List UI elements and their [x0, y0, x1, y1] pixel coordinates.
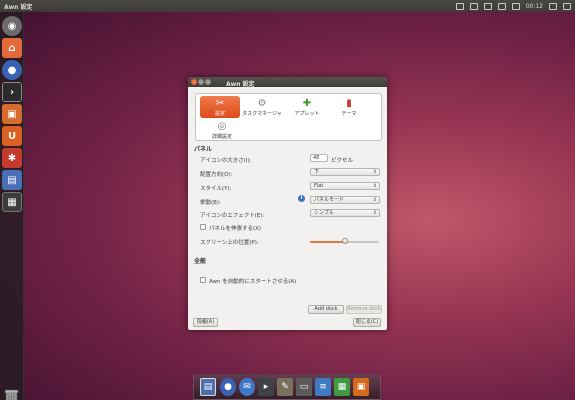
- power-icon[interactable]: [563, 2, 571, 10]
- awn-settings-window: Awn 設定 ✂ 設定 ⚙ タスクマネージャ ✚ アプレット ▮ テーマ ◎ 詳…: [188, 77, 387, 330]
- tab-applets[interactable]: ✚ アプレット: [287, 96, 327, 118]
- screen-position-slider[interactable]: [310, 238, 379, 244]
- thunderbird-dock-icon[interactable]: ✉: [239, 378, 255, 396]
- top-panel: Awn 設定 00:12: [0, 0, 575, 12]
- expand-panel-checkbox[interactable]: [200, 224, 206, 230]
- expand-panel-label[interactable]: パネルを伸張する(X): [209, 224, 261, 232]
- icon-effect-label: アイコンのエフェクト(E):: [200, 213, 265, 219]
- firefox-dock-icon[interactable]: ●: [220, 378, 236, 396]
- ubuntu-one-icon[interactable]: U: [2, 126, 22, 146]
- chevron-updown-icon: ⇕: [372, 197, 377, 203]
- writer-dock-icon[interactable]: ≡: [315, 378, 331, 396]
- impress-dock-icon[interactable]: ▣: [353, 378, 369, 396]
- icon-size-unit: ピクセル: [331, 158, 354, 164]
- system-tray: 00:12: [455, 0, 571, 12]
- autostart-checkbox[interactable]: [200, 277, 206, 283]
- window-titlebar[interactable]: Awn 設定: [188, 77, 387, 88]
- autostart-label[interactable]: Awn を自動的にスタートさせる(A): [209, 277, 296, 285]
- trash-icon[interactable]: [3, 388, 20, 400]
- general-section-heading: 全般: [194, 258, 207, 265]
- chevron-updown-icon: ⇕: [372, 169, 377, 175]
- gimp-dock-icon[interactable]: ✎: [277, 378, 293, 396]
- bluetooth-icon[interactable]: [497, 2, 506, 10]
- workspace-icon[interactable]: ▦: [2, 192, 22, 212]
- calc-dock-icon[interactable]: ▦: [334, 378, 350, 396]
- tab-themes[interactable]: ▮ テーマ: [329, 96, 369, 118]
- panel-section-heading: パネル: [194, 146, 213, 153]
- maximize-window-icon[interactable]: [205, 79, 211, 85]
- clock[interactable]: 00:12: [526, 3, 543, 10]
- icon-size-label: アイコンの大きさ(I):: [200, 158, 252, 164]
- awn-settings-icon[interactable]: ▤: [2, 170, 22, 190]
- chevron-updown-icon: ⇕: [372, 210, 377, 216]
- tab-advanced[interactable]: ◎ 詳細設定: [202, 119, 242, 141]
- scanner-dock-icon[interactable]: ▭: [296, 378, 312, 396]
- advanced-icon: ◎: [217, 121, 227, 132]
- themes-icon: ▮: [346, 98, 352, 109]
- orientation-select[interactable]: 下 ⇕: [310, 168, 380, 176]
- minimize-window-icon[interactable]: [198, 79, 204, 85]
- icon-size-spinner[interactable]: 48: [310, 154, 328, 162]
- launcher: ◉ ⌂ ● › ▣ U ✱ ▤ ▦: [0, 12, 24, 400]
- info-button[interactable]: 情報(A): [193, 318, 218, 327]
- tab-task-manager[interactable]: ⚙ タスクマネージャ: [242, 96, 282, 118]
- keyboard-icon[interactable]: [455, 2, 464, 10]
- active-window-title: Awn 設定: [4, 4, 33, 11]
- icon-effect-value: シンプル: [314, 210, 334, 216]
- network-icon[interactable]: [483, 2, 492, 10]
- mail-icon[interactable]: [469, 2, 478, 10]
- tab-settings-label: 設定: [214, 111, 225, 117]
- awn-dock: ▤ ● ✉ ▸ ✎ ▭ ≡ ▦ ▣: [193, 374, 381, 400]
- tools-icon: ✂: [215, 98, 225, 109]
- awn-settings-dock-icon[interactable]: ▤: [200, 378, 216, 396]
- task-manager-icon: ⚙: [257, 98, 267, 109]
- settings-tabs: ✂ 設定 ⚙ タスクマネージャ ✚ アプレット ▮ テーマ ◎ 詳細設定: [195, 93, 382, 141]
- style-select[interactable]: Flat ⇕: [310, 182, 380, 190]
- style-value: Flat: [314, 183, 324, 189]
- close-window-icon[interactable]: [191, 79, 197, 85]
- icon-effect-select[interactable]: シンプル ⇕: [310, 209, 380, 217]
- applets-icon: ✚: [302, 98, 312, 109]
- behavior-select[interactable]: パネルモード ⇕: [310, 196, 380, 204]
- style-label: スタイル(Y):: [200, 186, 232, 192]
- remove-dock-button[interactable]: Remove dock: [346, 305, 382, 314]
- add-dock-button[interactable]: Add dock: [308, 305, 344, 314]
- tab-applets-label: アプレット: [294, 111, 320, 117]
- chevron-updown-icon: ⇕: [372, 183, 377, 189]
- info-icon[interactable]: i: [298, 195, 305, 202]
- close-button[interactable]: 閉じる(C): [353, 318, 381, 327]
- tab-advanced-label: 詳細設定: [211, 134, 232, 140]
- behavior-value: パネルモード: [314, 197, 345, 203]
- tab-themes-label: テーマ: [341, 111, 357, 117]
- shotwell-dock-icon[interactable]: ▸: [258, 378, 274, 396]
- user-icon[interactable]: [549, 2, 557, 10]
- slider-fill: [310, 241, 345, 243]
- terminal-icon[interactable]: ›: [2, 82, 22, 102]
- orientation-label: 配置方向(O):: [200, 172, 233, 178]
- tab-settings[interactable]: ✂ 設定: [200, 96, 240, 118]
- home-folder-icon[interactable]: ⌂: [2, 38, 22, 58]
- tab-task-manager-label: タスクマネージャ: [242, 111, 282, 117]
- settings-icon[interactable]: ✱: [2, 148, 22, 168]
- firefox-icon[interactable]: ●: [2, 60, 22, 80]
- behavior-label: 挙動(B):: [200, 200, 221, 206]
- slider-handle[interactable]: [341, 238, 348, 244]
- orientation-value: 下: [314, 169, 320, 175]
- icon-size-value: 48: [313, 155, 320, 161]
- screen-position-label: スクリーン上の位置(P):: [200, 240, 259, 246]
- ubuntu-logo-icon[interactable]: ◉: [2, 16, 22, 36]
- volume-icon[interactable]: [511, 2, 520, 10]
- window-title: Awn 設定: [226, 81, 255, 88]
- software-center-icon[interactable]: ▣: [2, 104, 22, 124]
